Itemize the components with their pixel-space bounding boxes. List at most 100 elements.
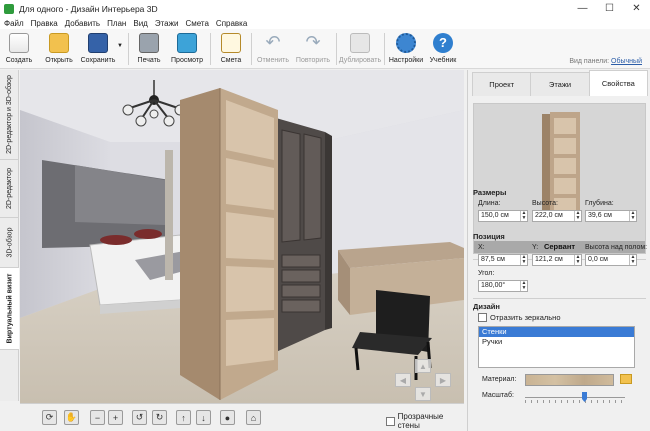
- tilt-down-icon[interactable]: ↓: [196, 410, 211, 425]
- home-icon[interactable]: ⌂: [246, 410, 261, 425]
- window-title: Для одного - Дизайн Интерьера 3D: [19, 3, 158, 14]
- estimate-button[interactable]: Смета: [217, 31, 245, 67]
- dark-wardrobe: [276, 118, 332, 352]
- scale-label: Масштаб:: [482, 392, 514, 399]
- nav-left-arrow-icon[interactable]: ◀: [395, 373, 411, 387]
- app-icon: [4, 3, 14, 14]
- x-field[interactable]: 87,5 см ▲ ▼: [478, 254, 528, 266]
- menu-help[interactable]: Справка: [216, 19, 247, 28]
- nav-down-arrow-icon[interactable]: ▼: [415, 387, 431, 401]
- tab-properties[interactable]: Свойства: [588, 70, 648, 96]
- tab-3d-view[interactable]: 3D-обзор: [0, 218, 19, 268]
- preview-button[interactable]: Просмотр: [170, 31, 204, 67]
- lightbulb-icon[interactable]: ●: [220, 410, 235, 425]
- menu-add[interactable]: Добавить: [65, 19, 100, 28]
- tab-virtual-visit[interactable]: Виртуальный визит: [0, 268, 19, 350]
- x-spinner[interactable]: ▲ ▼: [520, 255, 527, 265]
- length-field[interactable]: 150,0 см ▲ ▼: [478, 210, 528, 222]
- menu-edit[interactable]: Правка: [31, 19, 58, 28]
- tab-2d-editor[interactable]: 2D-редактор: [0, 160, 19, 218]
- floor-height-field[interactable]: 0,0 см ▲ ▼: [585, 254, 637, 266]
- orbit-right-icon[interactable]: ↻: [152, 410, 167, 425]
- tab-project[interactable]: Проект: [472, 72, 532, 96]
- mirror-checkbox[interactable]: [478, 313, 487, 322]
- height-spinner[interactable]: ▲ ▼: [574, 211, 581, 221]
- angle-field[interactable]: 180,00° ▲ ▼: [478, 280, 528, 292]
- list-item[interactable]: Стенки: [479, 327, 634, 337]
- print-button[interactable]: Печать: [134, 31, 164, 67]
- estimate-notepad-icon: [221, 33, 241, 53]
- nav-up-arrow-icon[interactable]: ▲: [415, 359, 431, 373]
- position-section-title: Позиция: [473, 232, 505, 241]
- curtain: [165, 150, 173, 280]
- printer-icon: [139, 33, 159, 53]
- folder-icon: [49, 33, 69, 53]
- height-label: Высота:: [532, 200, 558, 207]
- monitor-icon: [177, 33, 197, 53]
- room-scene: [20, 70, 464, 403]
- transparent-walls-toggle[interactable]: Прозрачные стены: [386, 412, 464, 430]
- parts-list[interactable]: Стенки Ручки: [478, 326, 635, 368]
- y-spinner[interactable]: ▲ ▼: [574, 255, 581, 265]
- sizes-section-title: Размеры: [473, 188, 507, 197]
- floor-height-label: Высота над полом:: [585, 244, 648, 251]
- toolbar: Создать Открыть Сохранить ▼ Печать Просм…: [0, 29, 650, 69]
- tab-2d-and-3d[interactable]: 2D-редактор и 3D-обзор: [0, 70, 19, 160]
- material-label: Материал:: [482, 376, 517, 383]
- help-question-icon: ?: [433, 33, 453, 53]
- mirror-toggle[interactable]: Отразить зеркально: [478, 313, 561, 322]
- save-button[interactable]: Сохранить: [80, 31, 116, 67]
- zoom-in-icon[interactable]: +: [108, 410, 123, 425]
- tutorial-button[interactable]: ? Учебник: [428, 31, 458, 67]
- gear-icon: [396, 33, 416, 53]
- menu-plan[interactable]: План: [107, 19, 126, 28]
- 3d-viewport[interactable]: ▲ ◀ ▶ ▼: [20, 70, 464, 403]
- close-button[interactable]: ✕: [623, 0, 650, 17]
- x-label: X:: [478, 244, 485, 251]
- angle-spinner[interactable]: ▲ ▼: [520, 281, 527, 291]
- duplicate-button[interactable]: Дублировать: [339, 31, 381, 67]
- redo-arrow-icon: ↷: [305, 32, 321, 52]
- menu-view[interactable]: Вид: [133, 19, 147, 28]
- minimize-button[interactable]: —: [569, 0, 596, 17]
- folder-icon[interactable]: [620, 374, 632, 384]
- rotate-icon[interactable]: ⟳: [42, 410, 57, 425]
- y-label: Y:: [532, 244, 539, 251]
- menu-floors[interactable]: Этажи: [155, 19, 179, 28]
- panel-view-selector[interactable]: Вид панели: Обычный: [569, 58, 642, 65]
- view-mode-tabs: 2D-редактор и 3D-обзор 2D-редактор 3D-об…: [0, 70, 19, 401]
- height-field[interactable]: 222,0 см ▲ ▼: [532, 210, 582, 222]
- zoom-out-icon[interactable]: −: [90, 410, 105, 425]
- tilt-up-icon[interactable]: ↑: [176, 410, 191, 425]
- new-document-icon: [9, 33, 29, 53]
- floppy-disk-icon: [88, 33, 108, 53]
- scale-slider[interactable]: [525, 392, 625, 403]
- pillow: [100, 235, 132, 245]
- hand-pan-icon[interactable]: ✋: [64, 410, 79, 425]
- y-field[interactable]: 121,2 см ▲ ▼: [532, 254, 582, 266]
- tab-floors[interactable]: Этажи: [530, 72, 590, 96]
- orbit-left-icon[interactable]: ↺: [132, 410, 147, 425]
- floor-height-spinner[interactable]: ▲ ▼: [629, 255, 636, 265]
- menu-file[interactable]: Файл: [4, 19, 24, 28]
- open-button[interactable]: Открыть: [42, 31, 76, 67]
- menu-bar: Файл Правка Добавить План Вид Этажи Смет…: [0, 17, 650, 29]
- create-button[interactable]: Создать: [4, 31, 34, 67]
- length-label: Длина:: [478, 200, 501, 207]
- transparent-walls-checkbox[interactable]: [386, 416, 395, 426]
- depth-field[interactable]: 39,6 см ▲ ▼: [585, 210, 637, 222]
- pillow: [134, 229, 162, 239]
- material-swatch[interactable]: [525, 374, 614, 386]
- redo-button[interactable]: ↷ Повторить: [294, 31, 332, 67]
- menu-estimate[interactable]: Смета: [185, 19, 208, 28]
- settings-button[interactable]: Настройки: [388, 31, 424, 67]
- nav-right-arrow-icon[interactable]: ▶: [435, 373, 451, 387]
- undo-button[interactable]: ↶ Отменить: [256, 31, 290, 67]
- title-bar: Для одного - Дизайн Интерьера 3D — ☐ ✕: [0, 0, 650, 17]
- length-spinner[interactable]: ▲ ▼: [520, 211, 527, 221]
- maximize-button[interactable]: ☐: [596, 0, 623, 17]
- selected-cabinet[interactable]: [180, 88, 278, 400]
- list-item[interactable]: Ручки: [479, 337, 634, 347]
- design-section-title: Дизайн: [473, 302, 500, 311]
- depth-spinner[interactable]: ▲ ▼: [629, 211, 636, 221]
